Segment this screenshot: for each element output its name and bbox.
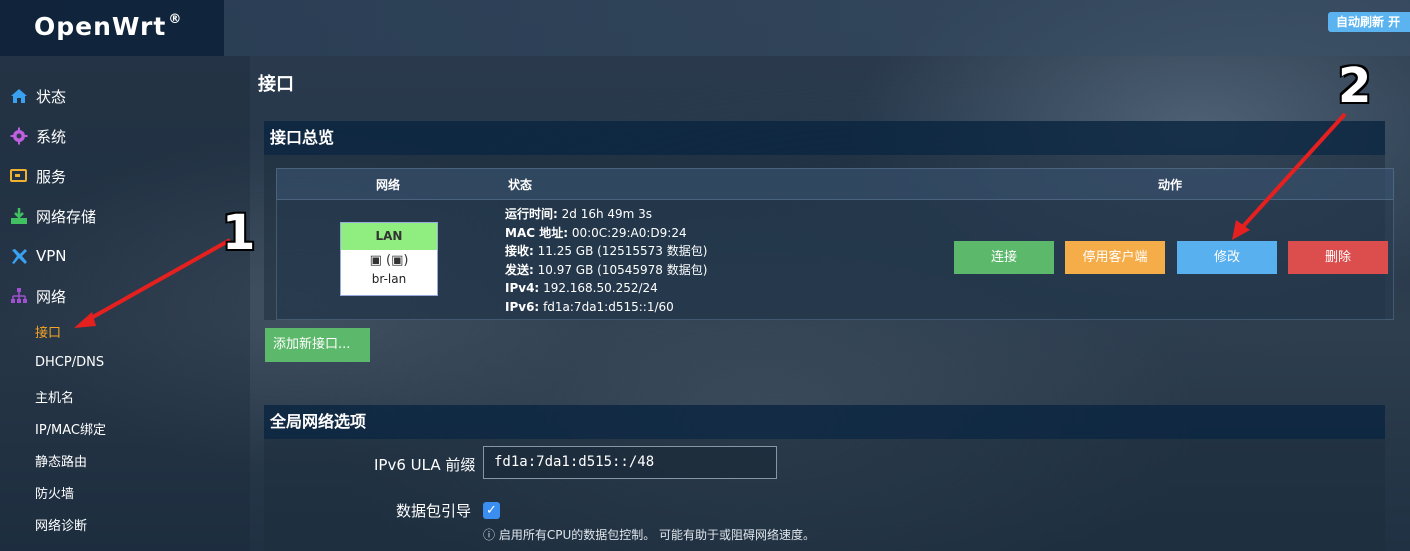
annotation-marker-2: 2	[1338, 58, 1372, 114]
annotation-arrow-2	[1236, 112, 1347, 234]
annotation-arrowhead-1	[74, 312, 96, 328]
annotation-marker-1: 1	[222, 205, 256, 261]
annotation-overlay	[74, 112, 1347, 328]
annotation-arrow-1	[83, 238, 231, 324]
